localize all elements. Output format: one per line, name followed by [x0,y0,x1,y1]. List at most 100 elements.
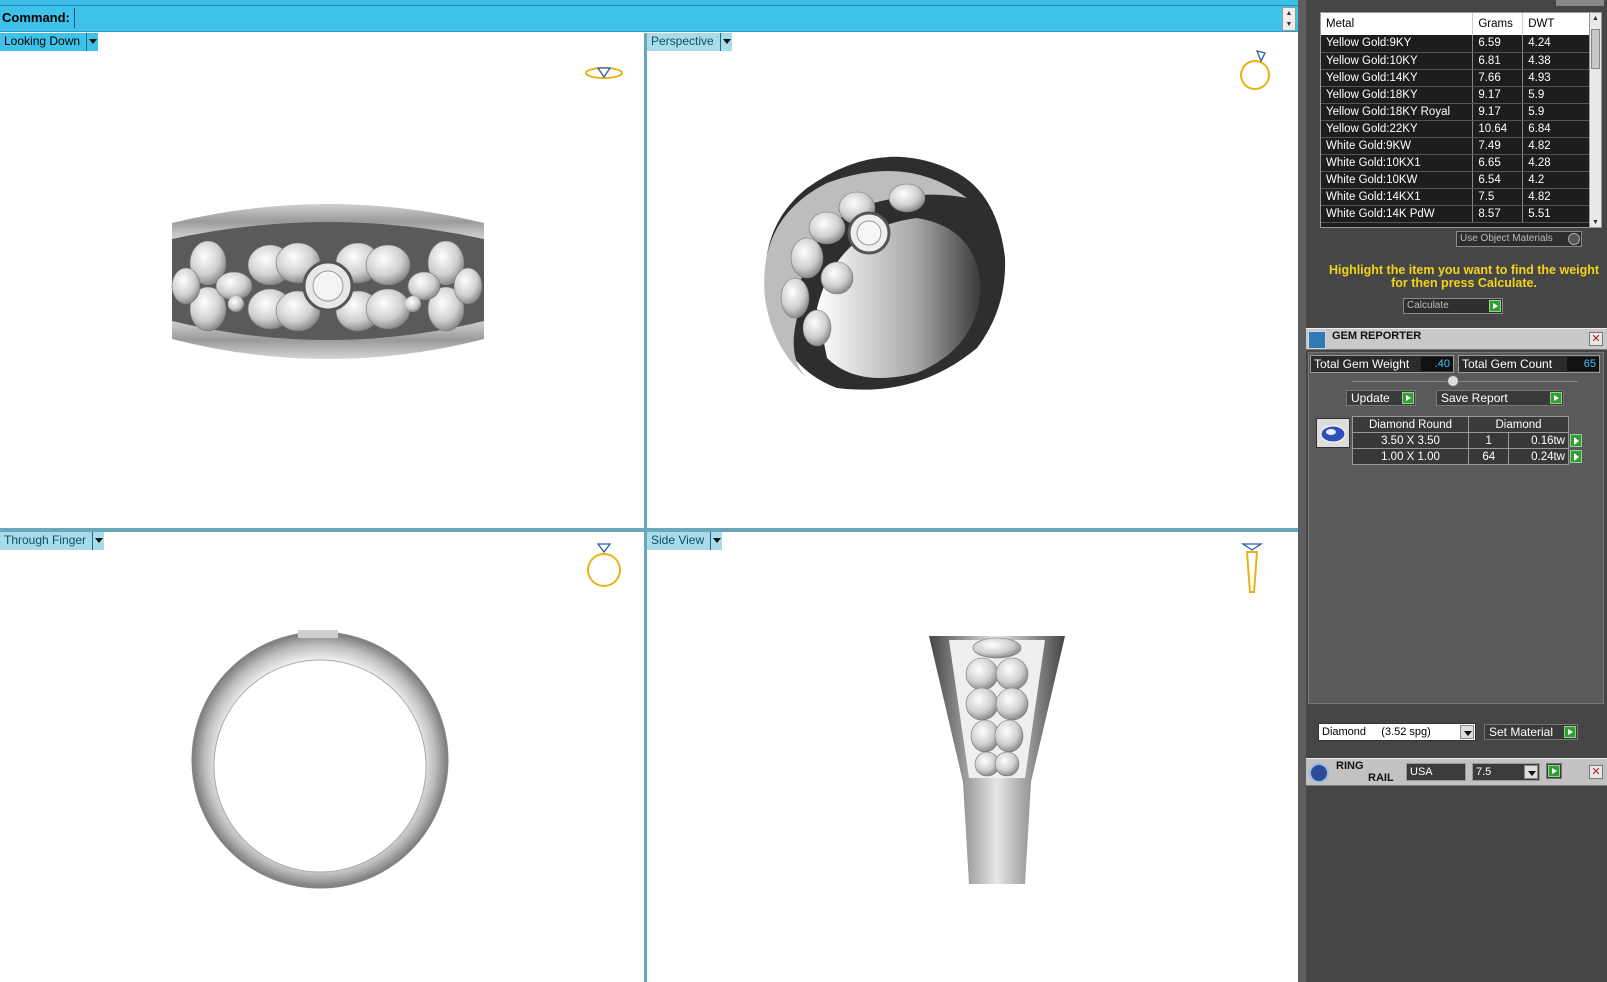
table-row[interactable]: Yellow Gold:9KY 6.59 4.24 [1321,35,1591,53]
metal-name: Yellow Gold:9KY [1321,35,1474,53]
viewport-divider-horizontal[interactable] [0,528,1298,532]
metal-name: Yellow Gold:18KY Royal [1321,103,1474,121]
gem-type-header: Diamond [1468,416,1569,433]
table-row[interactable]: White Gold:10KW 6.54 4.2 [1321,171,1591,189]
ring-render-front [191,630,449,889]
set-material-button[interactable]: Set Material [1484,724,1578,740]
column-header-metal[interactable]: Metal [1321,13,1474,35]
table-row[interactable]: Yellow Gold:18KY Royal 9.17 5.9 [1321,103,1591,121]
metal-table: Metal Grams DWT Yellow Gold:9KY 6.59 4.24 Y… [1321,13,1591,223]
diamond-thumbnail[interactable] [1316,418,1350,448]
table-row[interactable]: White Gold:9KW 7.49 4.82 [1321,137,1591,155]
total-gem-count-value: 65 [1567,357,1599,371]
ring-rail-title: RAIL [1368,772,1394,784]
metal-name: Yellow Gold:10KY [1321,52,1474,70]
metal-name: Yellow Gold:14KY [1321,69,1474,87]
metal-grams: 6.59 [1472,35,1524,53]
metal-name: Yellow Gold:18KY [1321,86,1474,104]
close-icon[interactable]: ✕ [1589,765,1603,779]
scroll-down-icon[interactable]: ▼ [1590,217,1601,227]
metal-weight-table[interactable]: Metal Grams DWT Yellow Gold:9KY 6.59 4.24 Y… [1320,12,1602,228]
gem-reporter-icon [1308,331,1326,349]
table-row[interactable]: 3.50 X 3.50 1 0.16tw [1352,432,1583,449]
play-icon [1550,392,1562,404]
viewport-title: Perspective [651,34,714,48]
chevron-down-icon[interactable] [92,532,105,550]
chevron-down-icon[interactable] [1524,765,1538,779]
gem-size: 1.00 X 1.00 [1352,448,1469,465]
viewport-looking-down[interactable]: Looking Down [0,33,644,528]
select-value: 7.5 [1476,766,1492,778]
column-header-dwt[interactable]: DWT [1522,13,1591,35]
chevron-down-icon[interactable] [719,33,732,51]
viewport-label-side-view[interactable]: Side View [647,532,723,550]
viewport-perspective[interactable]: Perspective [647,33,1297,528]
gem-weight: 0.16tw [1508,432,1569,449]
play-icon [1548,765,1560,777]
metal-grams: 7.49 [1472,137,1524,155]
apply-ring-size-button[interactable] [1546,763,1562,779]
table-row[interactable]: White Gold:10KX1 6.65 4.28 [1321,154,1591,172]
gear-icon [1568,233,1580,245]
metal-dwt: 5.51 [1522,205,1591,223]
ring-size-select[interactable]: 7.5 [1472,763,1540,781]
metal-dwt: 6.84 [1522,120,1591,138]
metal-name: White Gold:9KW [1321,137,1474,155]
scroll-up-icon[interactable]: ▲ [1590,13,1601,25]
viewport-label-looking-down[interactable]: Looking Down [0,33,99,51]
save-report-button[interactable]: Save Report [1436,390,1564,406]
play-icon[interactable] [1569,434,1582,447]
ring-front-view-icon[interactable] [584,540,624,590]
table-row[interactable]: Yellow Gold:10KY 6.81 4.38 [1321,52,1591,70]
calculate-button[interactable]: Calculate [1403,298,1503,314]
table-row[interactable]: White Gold:14K PdW 8.57 5.51 [1321,205,1591,223]
column-header-grams[interactable]: Grams [1472,13,1524,35]
ring-render-top [171,204,484,359]
scroll-down-icon[interactable]: ▼ [1283,19,1295,30]
total-gem-weight-label: Total Gem Weight [1314,357,1410,371]
table-row[interactable]: Yellow Gold:22KY 10.64 6.84 [1321,120,1591,138]
select-value: Diamond (3.52 spg) [1322,726,1431,738]
chevron-down-icon[interactable] [86,33,99,51]
viewport-divider-vertical[interactable] [644,33,647,982]
viewport-label-perspective[interactable]: Perspective [647,33,732,51]
table-row[interactable]: 1.00 X 1.00 64 0.24tw [1352,448,1583,465]
scroll-thumb[interactable] [1591,29,1600,69]
viewport-title: Through Finger [4,533,87,547]
button-label: Set Material [1489,725,1554,739]
ring-top-view-icon[interactable] [584,61,624,85]
gem-material-select[interactable]: Diamond (3.52 spg) [1318,723,1476,741]
panel-tabs[interactable] [1556,0,1604,6]
gem-count: 64 [1467,448,1510,465]
viewport-label-through-finger[interactable]: Through Finger [0,532,105,550]
table-row[interactable]: White Gold:14KX1 7.5 4.82 [1321,188,1591,206]
command-scrollbar[interactable]: ▲ ▼ [1282,7,1296,31]
scroll-up-icon[interactable]: ▲ [1283,8,1295,19]
command-label: Command: [2,10,70,25]
play-icon [1489,300,1501,312]
play-icon[interactable] [1569,450,1582,463]
use-object-materials-button[interactable]: Use Object Materials [1456,231,1582,247]
viewport-side-view[interactable]: Side View [647,532,1297,982]
total-gem-weight-value: .40 [1421,357,1453,371]
command-input[interactable] [74,8,1278,28]
panel-splitter-line [1352,381,1578,382]
button-label: Calculate [1407,300,1449,311]
metal-table-scrollbar[interactable]: ▲ ▼ [1589,13,1601,227]
table-row[interactable]: Yellow Gold:14KY 7.66 4.93 [1321,69,1591,87]
chevron-down-icon[interactable] [710,532,723,550]
close-icon[interactable]: ✕ [1589,332,1603,346]
metal-name: White Gold:14KX1 [1321,188,1474,206]
panel-splitter-handle[interactable] [1447,375,1459,387]
table-row[interactable]: Yellow Gold:18KY 9.17 5.9 [1321,86,1591,104]
gem-reporter-title: GEM REPORTER [1332,330,1422,342]
chevron-down-icon[interactable] [1460,725,1474,739]
update-button[interactable]: Update [1346,390,1416,406]
metal-dwt: 4.38 [1522,52,1591,70]
ring-perspective-icon[interactable] [1235,45,1279,93]
metal-grams: 7.66 [1472,69,1524,87]
play-icon [1402,392,1414,404]
ring-side-view-icon[interactable] [1237,540,1267,596]
ring-size-region-select[interactable]: USA [1406,763,1466,781]
viewport-through-finger[interactable]: Through Finger [0,532,644,982]
